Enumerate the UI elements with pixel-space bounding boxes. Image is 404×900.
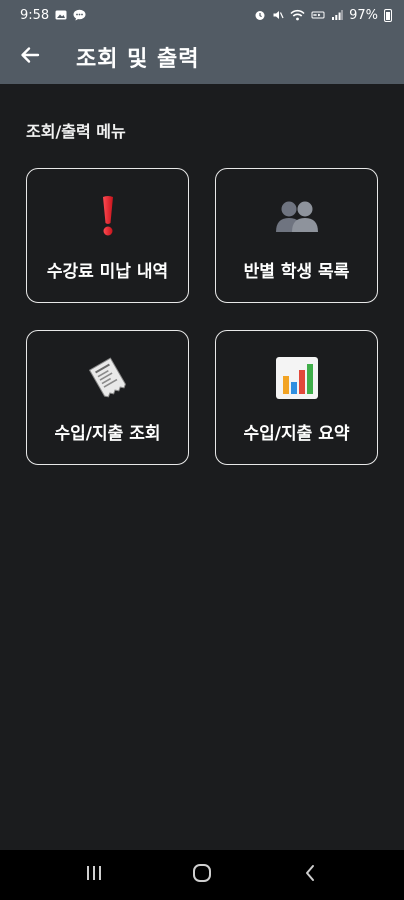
section-label: 조회/출력 메뉴 bbox=[26, 122, 126, 141]
battery-percent: 97% bbox=[349, 7, 378, 23]
tile-label: 수입/지출 요약 bbox=[243, 424, 350, 444]
page-title: 조회 및 출력 bbox=[76, 47, 200, 72]
battery-icon bbox=[384, 8, 392, 22]
status-left: 9:58 bbox=[20, 8, 86, 23]
status-right: 97% bbox=[254, 8, 392, 23]
back-button[interactable] bbox=[0, 30, 60, 84]
chevron-left-icon bbox=[304, 864, 316, 886]
status-time: 9:58 bbox=[20, 7, 50, 23]
exclamation-icon bbox=[27, 195, 188, 237]
back-arrow-icon bbox=[20, 46, 40, 68]
bar-chart-icon bbox=[216, 357, 377, 399]
app-bar: 조회 및 출력 bbox=[0, 30, 404, 84]
hd-signal-icon bbox=[311, 9, 325, 21]
income-expense-summary-button[interactable]: 수입/지출 요약 bbox=[215, 330, 378, 465]
recent-apps-button[interactable] bbox=[64, 850, 124, 900]
system-nav-bar bbox=[0, 850, 404, 900]
class-student-list-button[interactable]: 반별 학생 목록 bbox=[215, 168, 378, 303]
cell-signal-icon bbox=[331, 9, 343, 21]
home-button[interactable] bbox=[172, 850, 232, 900]
wifi-icon bbox=[290, 9, 305, 21]
home-icon bbox=[192, 863, 212, 887]
mute-icon bbox=[272, 9, 284, 21]
alarm-icon bbox=[254, 9, 266, 21]
gallery-notification-icon bbox=[55, 9, 67, 21]
system-back-button[interactable] bbox=[280, 850, 340, 900]
recent-apps-icon bbox=[85, 865, 103, 885]
tile-label: 반별 학생 목록 bbox=[243, 262, 350, 282]
chat-notification-icon bbox=[73, 9, 86, 21]
tile-label: 수강료 미납 내역 bbox=[46, 262, 169, 282]
people-icon bbox=[216, 195, 377, 237]
receipt-icon bbox=[27, 357, 188, 399]
status-bar: 9:58 97% bbox=[0, 0, 404, 30]
income-expense-inquiry-button[interactable]: 수입/지출 조회 bbox=[26, 330, 189, 465]
unpaid-tuition-button[interactable]: 수강료 미납 내역 bbox=[26, 168, 189, 303]
tile-label: 수입/지출 조회 bbox=[54, 424, 161, 444]
